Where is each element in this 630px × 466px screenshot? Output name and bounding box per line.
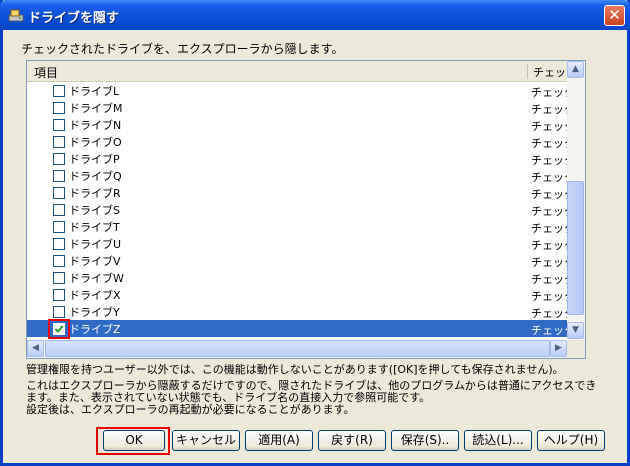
list-item[interactable]: ドライブN チェック: [27, 116, 567, 133]
drive-check-state: チェック: [531, 103, 567, 116]
horizontal-scroll-thumb[interactable]: [45, 340, 550, 357]
drive-checkbox[interactable]: [53, 272, 65, 284]
scroll-up-button[interactable]: ▲: [567, 61, 584, 78]
highlight-box-ok: [96, 427, 170, 455]
drive-check-state: チェック: [531, 256, 567, 269]
vertical-scrollbar[interactable]: ▲ ▼: [567, 61, 585, 340]
drive-checkbox[interactable]: [53, 187, 65, 199]
drive-name: ドライブU: [69, 238, 122, 251]
list-item[interactable]: ドライブY チェック: [27, 303, 567, 320]
window-title: ドライブを隠す: [28, 11, 120, 26]
scroll-right-button[interactable]: ▶: [550, 340, 567, 357]
drive-check-state: チェック: [531, 222, 567, 235]
drive-checkbox[interactable]: [53, 119, 65, 131]
list-item[interactable]: ドライブS チェック: [27, 201, 567, 218]
help-button[interactable]: ヘルプ(H): [537, 430, 605, 451]
drive-checkbox[interactable]: [53, 136, 65, 148]
list-item[interactable]: ドライブZ チェック: [27, 320, 567, 337]
close-button[interactable]: ✕: [604, 5, 625, 26]
drive-name: ドライブS: [69, 204, 120, 217]
dialog-window: ドライブを隠す ✕ チェックされたドライブを、エクスプローラから隠します。 項目…: [0, 0, 630, 466]
note-hidden: これはエクスプローラから隠蔽するだけですので、隠されたドライブは、他のプログラム…: [26, 379, 597, 404]
drive-list[interactable]: 項目 チェック ドライブLチェックドライブMチェックドライブNチェックドライブO…: [26, 60, 586, 359]
drive-name: ドライブX: [69, 289, 121, 302]
drive-check-state: チェック: [531, 290, 567, 303]
drive-check-state: チェック: [531, 171, 567, 184]
drive-app-icon: [8, 9, 24, 22]
arrow-up-icon: ▲: [572, 64, 579, 74]
list-item[interactable]: ドライブP チェック: [27, 150, 567, 167]
drive-check-state: チェック: [531, 188, 567, 201]
drive-name: ドライブO: [69, 136, 122, 149]
list-header: 項目 チェック: [27, 61, 567, 82]
drive-name: ドライブZ: [69, 323, 121, 336]
cancel-button[interactable]: キャンセル: [172, 430, 240, 451]
drive-name: ドライブN: [69, 119, 122, 132]
list-item[interactable]: ドライブQ チェック: [27, 167, 567, 184]
drive-checkbox[interactable]: [53, 255, 65, 267]
drive-checkbox[interactable]: [53, 238, 65, 250]
note-restart: 設定後は、エクスプローラの再起動が必要になることがあります。: [26, 403, 355, 416]
close-icon: ✕: [608, 6, 621, 24]
drive-checkbox[interactable]: [53, 306, 65, 318]
drive-check-state: チェック: [531, 137, 567, 150]
drive-check-state: チェック: [531, 324, 567, 337]
drive-check-state: チェック: [531, 307, 567, 320]
drive-checkbox[interactable]: [53, 221, 65, 233]
list-item[interactable]: ドライブX チェック: [27, 286, 567, 303]
drive-name: ドライブT: [69, 221, 120, 234]
highlight-box-checkbox: [48, 319, 70, 339]
drive-name: ドライブP: [69, 153, 120, 166]
list-item[interactable]: ドライブW チェック: [27, 269, 567, 286]
drive-name: ドライブY: [69, 306, 120, 319]
title-bar[interactable]: ドライブを隠す ✕: [0, 0, 630, 30]
load-button[interactable]: 読込(L)...: [464, 430, 532, 451]
arrow-down-icon: ▼: [572, 325, 579, 335]
list-item[interactable]: ドライブU チェック: [27, 235, 567, 252]
drive-checkbox[interactable]: [53, 102, 65, 114]
list-item[interactable]: ドライブM チェック: [27, 99, 567, 116]
drive-check-state: チェック: [531, 154, 567, 167]
vertical-scroll-thumb[interactable]: [567, 181, 584, 315]
drive-check-state: チェック: [531, 120, 567, 133]
apply-button[interactable]: 適用(A): [245, 430, 313, 451]
scroll-left-button[interactable]: ◀: [27, 340, 44, 357]
drive-name: ドライブW: [69, 272, 124, 285]
note-admin: 管理権限を持つユーザー以外では、この機能は動作しないことがあります([OK]を押…: [26, 363, 564, 376]
drive-check-state: チェック: [531, 239, 567, 252]
notes: 管理権限を持つユーザー以外では、この機能は動作しないことがあります([OK]を押…: [26, 364, 606, 416]
list-item[interactable]: ドライブT チェック: [27, 218, 567, 235]
drive-check-state: チェック: [531, 86, 567, 99]
drive-name: ドライブL: [69, 85, 120, 98]
drive-checkbox[interactable]: [53, 204, 65, 216]
drive-checkbox[interactable]: [53, 153, 65, 165]
save-button[interactable]: 保存(S)..: [391, 430, 459, 451]
column-divider[interactable]: [527, 64, 528, 79]
drive-checkbox[interactable]: [53, 85, 65, 97]
column-header-check[interactable]: チェック: [533, 64, 567, 80]
revert-button[interactable]: 戻す(R): [318, 430, 386, 451]
arrow-left-icon: ◀: [32, 343, 39, 353]
scroll-corner: [567, 340, 585, 358]
horizontal-scrollbar[interactable]: ◀ ▶: [27, 340, 567, 358]
column-header-item[interactable]: 項目: [34, 64, 58, 81]
arrow-right-icon: ▶: [555, 343, 562, 353]
description-text: チェックされたドライブを、エクスプローラから隠します。: [21, 42, 344, 56]
list-rows: ドライブLチェックドライブMチェックドライブNチェックドライブOチェックドライブ…: [27, 82, 567, 337]
drive-name: ドライブM: [69, 102, 123, 115]
list-item[interactable]: ドライブO チェック: [27, 133, 567, 150]
list-item[interactable]: ドライブL チェック: [27, 82, 567, 99]
drive-name: ドライブV: [69, 255, 121, 268]
drive-checkbox[interactable]: [53, 289, 65, 301]
drive-check-state: チェック: [531, 273, 567, 286]
drive-check-state: チェック: [531, 205, 567, 218]
scroll-down-button[interactable]: ▼: [567, 322, 584, 339]
list-item[interactable]: ドライブR チェック: [27, 184, 567, 201]
drive-name: ドライブR: [69, 187, 121, 200]
drive-name: ドライブQ: [69, 170, 122, 183]
list-item[interactable]: ドライブV チェック: [27, 252, 567, 269]
drive-checkbox[interactable]: [53, 170, 65, 182]
